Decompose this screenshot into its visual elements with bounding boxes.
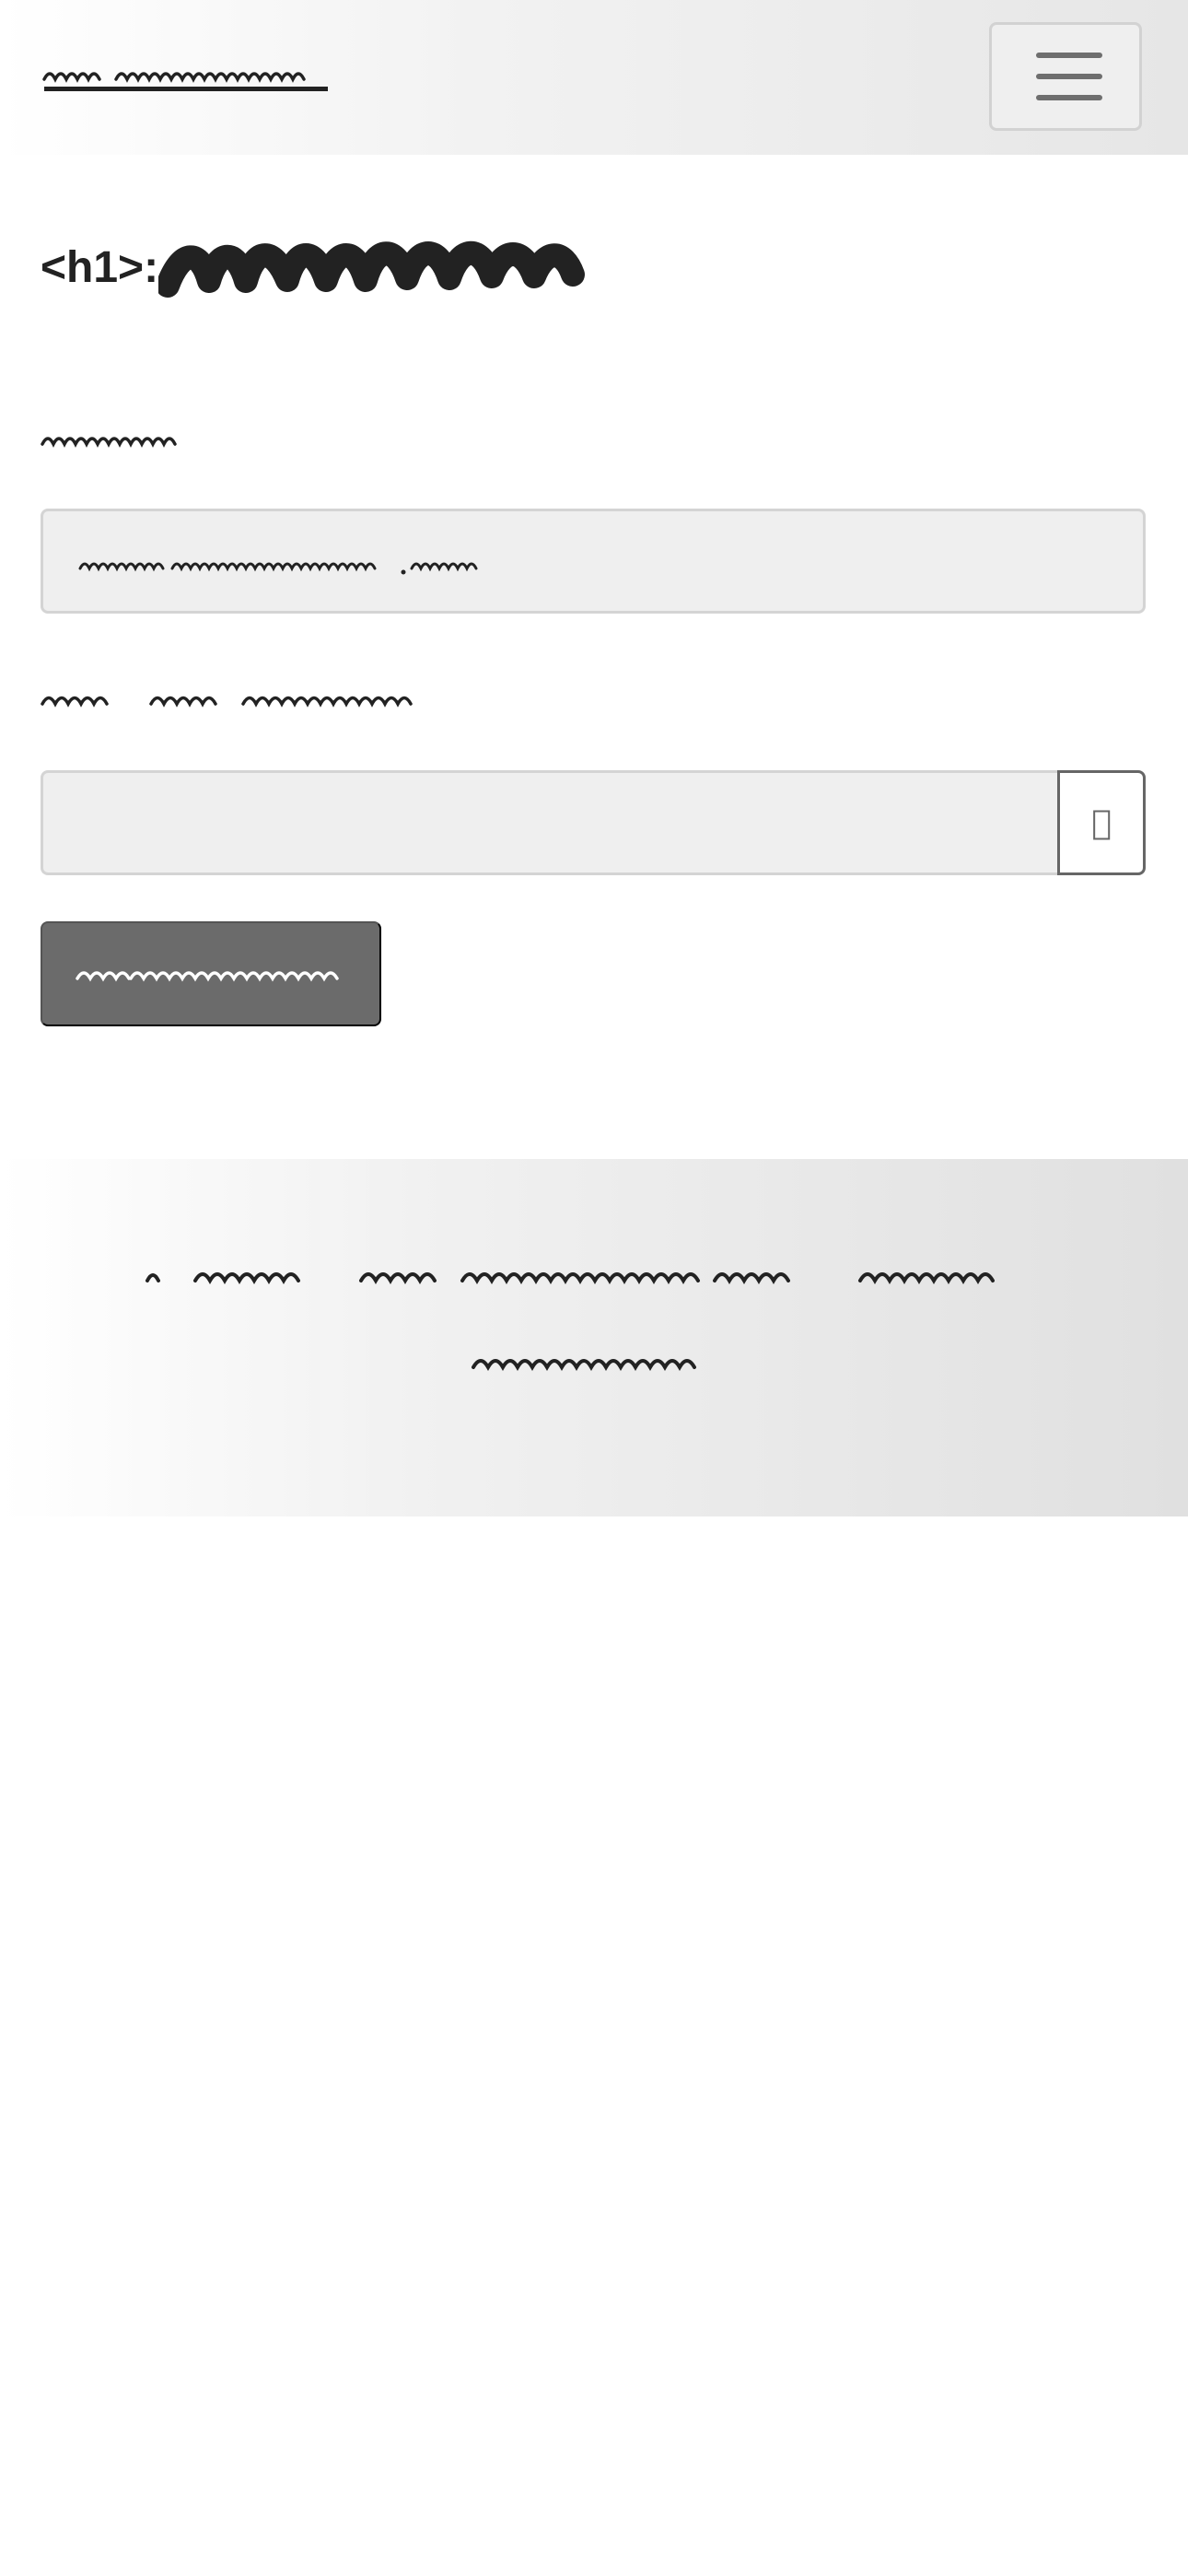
submit-button-label: [76, 971, 339, 982]
heading-prefix: <h1>:: [41, 242, 159, 292]
password-input[interactable]: [43, 773, 1061, 872]
hamburger-icon: [1036, 53, 1102, 58]
site-header: [0, 0, 1188, 155]
eye-icon: : [1091, 804, 1112, 842]
site-footer: [0, 1159, 1188, 1516]
footer-text-line-1: [146, 1272, 995, 1285]
email-label: [41, 437, 177, 448]
password-toggle-button[interactable]: : [1057, 770, 1146, 875]
password-label: [41, 696, 413, 708]
menu-toggle-button[interactable]: [989, 22, 1142, 131]
redacted-heading-scribble: [158, 240, 586, 298]
page-heading: <h1>:: [41, 221, 591, 313]
password-field[interactable]: [41, 770, 1061, 875]
email-placeholder: [78, 562, 478, 575]
footer-text-line-2: [472, 1359, 696, 1372]
submit-button[interactable]: [41, 921, 381, 1026]
brand-link[interactable]: [42, 53, 332, 96]
email-field[interactable]: [41, 509, 1146, 614]
